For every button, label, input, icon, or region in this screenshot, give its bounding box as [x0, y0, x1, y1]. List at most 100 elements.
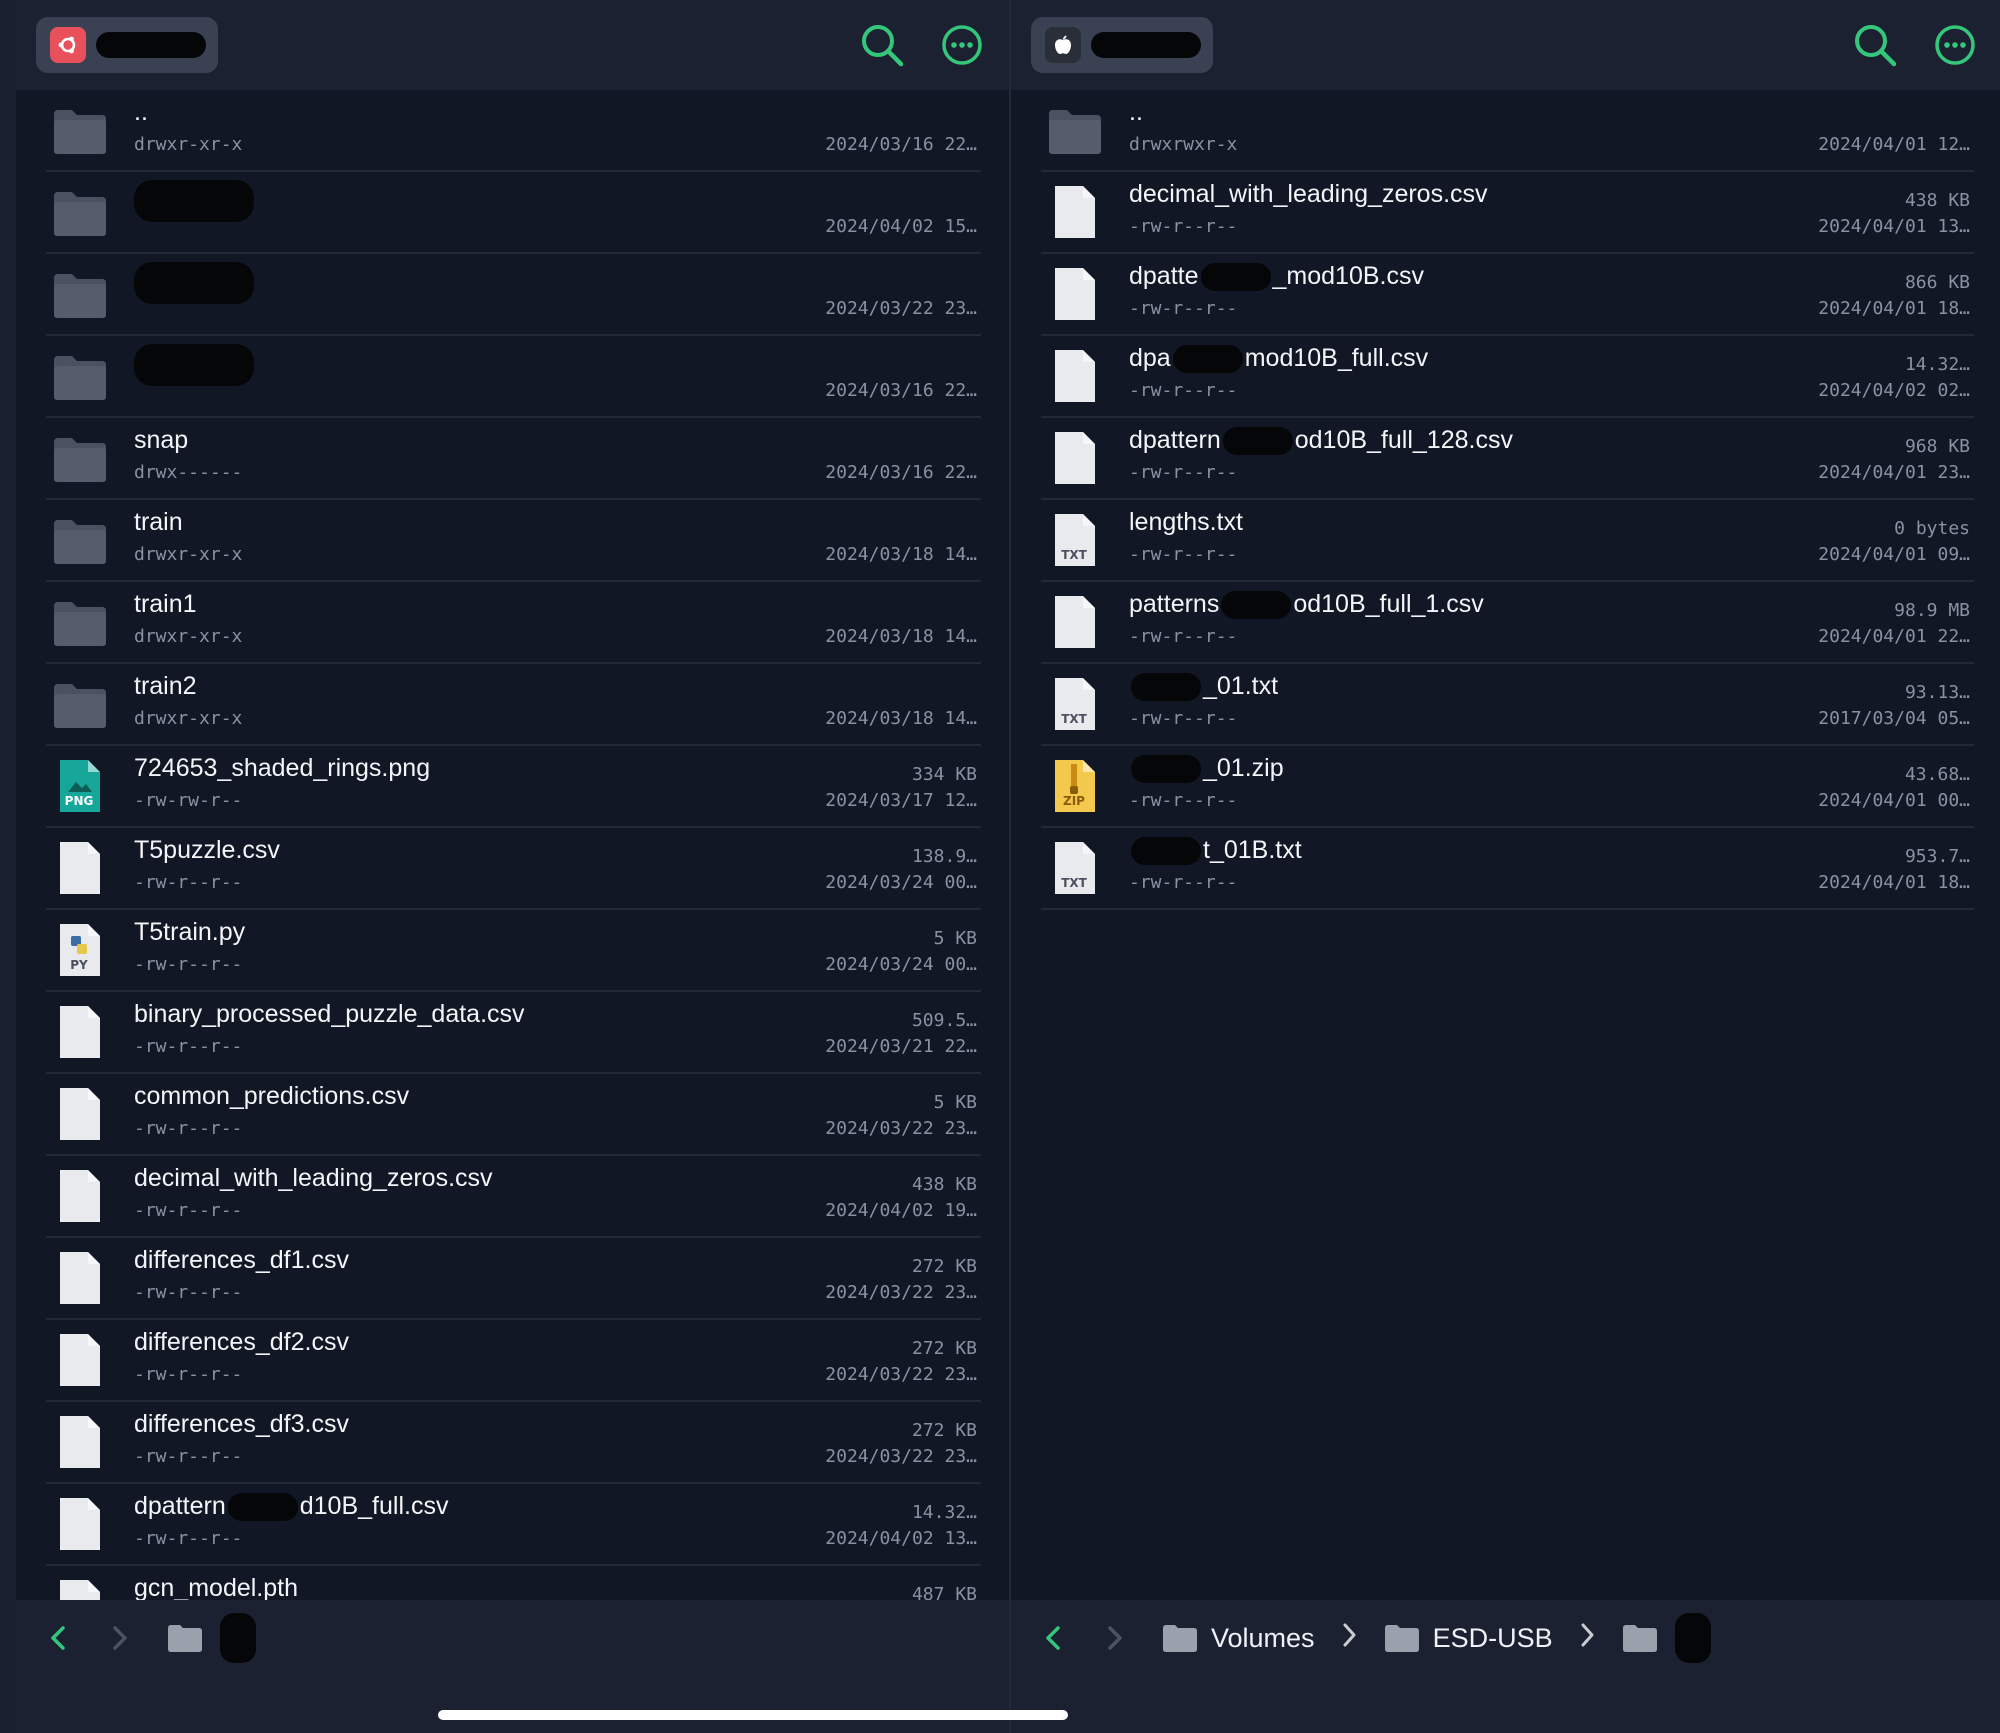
- breadcrumb-item[interactable]: ESD-USB: [1383, 1623, 1553, 1654]
- row-icon: [50, 348, 110, 404]
- row-icon: TXT: [1045, 512, 1105, 568]
- row-icon: [50, 1168, 110, 1224]
- right-host-chip[interactable]: [1031, 17, 1213, 73]
- folder-row[interactable]: train2 drwxr-xr-x 2024/03/18 14…: [46, 664, 981, 746]
- file-permissions: -rw-r--r--: [1129, 216, 1238, 237]
- file-name: train1: [134, 590, 197, 618]
- row-icon: ZIP: [1045, 758, 1105, 814]
- file-permissions: -rw-r--r--: [1129, 380, 1238, 401]
- right-back-button[interactable]: [1039, 1623, 1069, 1653]
- left-forward-button[interactable]: [104, 1623, 134, 1653]
- file-name: differences_df2.csv: [134, 1328, 349, 1356]
- redacted-name-part: [1131, 755, 1201, 784]
- folder-icon: [54, 274, 106, 318]
- file-date: 2024/03/16 22…: [825, 134, 977, 155]
- folder-row[interactable]: snap drwx------ 2024/03/16 22…: [46, 418, 981, 500]
- row-icon: [1045, 594, 1105, 650]
- folder-row[interactable]: train1 drwxr-xr-x 2024/03/18 14…: [46, 582, 981, 664]
- left-more-button[interactable]: [937, 20, 987, 70]
- file-size: 487 KB: [911, 1584, 977, 1600]
- file-date: 2024/04/02 15…: [825, 216, 977, 237]
- folder-row[interactable]: .. drwxrwxr-x 2024/04/01 12…: [1041, 90, 1974, 172]
- folder-row[interactable]: .. drwxr-xr-x 2024/03/16 22…: [46, 90, 981, 172]
- file-size: 272 KB: [911, 1256, 977, 1277]
- file-permissions: -rw-r--r--: [134, 1364, 243, 1385]
- file-name: decimal_with_leading_zeros.csv: [134, 1164, 493, 1192]
- home-indicator: [438, 1710, 1068, 1720]
- row-icon: [50, 676, 110, 732]
- file-row[interactable]: PY T5train.py -rw-r--r-- 5 KB 2024/03/24 00…: [46, 910, 981, 992]
- file-row[interactable]: PNG 724653_shaded_rings.png -rw-rw-r-- 334 …: [46, 746, 981, 828]
- left-back-button[interactable]: [44, 1623, 74, 1653]
- redacted-name-part: [1200, 263, 1271, 292]
- file-name: ..: [134, 98, 148, 126]
- file-row[interactable]: TXT _01.txt -rw-r--r-- 93.13… 2017/03/04 05…: [1041, 664, 1974, 746]
- file-permissions: -rw-r--r--: [1129, 790, 1238, 811]
- file-name-end: _01.zip: [1203, 754, 1284, 782]
- folder-icon: [54, 110, 106, 154]
- folder-row[interactable]: train drwxr-xr-x 2024/03/18 14…: [46, 500, 981, 582]
- file-row[interactable]: dpattern d10B_full.csv -rw-r--r-- 14.32… 202…: [46, 1484, 981, 1566]
- file-row[interactable]: patterns od10B_full_1.csv -rw-r--r-- 98.9 M…: [1041, 582, 1974, 664]
- svg-text:TXT: TXT: [1061, 712, 1087, 726]
- file-date: 2024/04/01 23…: [1818, 462, 1970, 483]
- file-row[interactable]: dpa mod10B_full.csv -rw-r--r-- 14.32… 2024/0…: [1041, 336, 1974, 418]
- file-row[interactable]: dpattern od10B_full_128.csv -rw-r--r-- 968 …: [1041, 418, 1974, 500]
- left-file-list[interactable]: .. drwxr-xr-x 2024/03/16 22… 2024/04/02 15…: [16, 90, 1009, 1600]
- svg-text:TXT: TXT: [1061, 548, 1087, 562]
- file-row[interactable]: decimal_with_leading_zeros.csv -rw-r--r--…: [1041, 172, 1974, 254]
- file-icon: [60, 1334, 100, 1386]
- file-icon: [60, 1580, 100, 1600]
- row-icon: [50, 512, 110, 568]
- file-name-start: dpattern: [1129, 426, 1221, 454]
- file-manager-app: .. drwxr-xr-x 2024/03/16 22… 2024/04/02 15…: [0, 0, 2000, 1733]
- file-name-end: _mod10B.csv: [1272, 262, 1424, 290]
- file-row[interactable]: TXT lengths.txt -rw-r--r-- 0 bytes 2024/04/0…: [1041, 500, 1974, 582]
- chevron-left-icon: [1046, 1626, 1060, 1650]
- row-icon: [50, 1086, 110, 1142]
- file-row[interactable]: differences_df1.csv -rw-r--r-- 272 KB 2024/…: [46, 1238, 981, 1320]
- file-name-end: t_01B.txt: [1203, 836, 1302, 864]
- file-size: 14.32…: [911, 1502, 977, 1523]
- file-date: 2024/03/22 23…: [825, 1446, 977, 1467]
- left-host-chip[interactable]: [36, 17, 218, 73]
- file-row[interactable]: binary_processed_puzzle_data.csv -rw-r--r…: [46, 992, 981, 1074]
- folder-row[interactable]: 2024/04/02 15…: [46, 172, 981, 254]
- right-file-list[interactable]: .. drwxrwxr-x 2024/04/01 12… decimal_with_…: [1011, 90, 2000, 1600]
- apple-icon: [1045, 27, 1081, 63]
- file-permissions: drwxr-xr-x: [134, 626, 243, 647]
- file-row[interactable]: gcn_model.pth-rw-r--r--487 KB2024/03/22 …: [46, 1566, 981, 1600]
- ubuntu-icon: [50, 27, 86, 63]
- folder-row[interactable]: 2024/03/22 23…: [46, 254, 981, 336]
- folder-row[interactable]: 2024/03/16 22…: [46, 336, 981, 418]
- file-name: binary_processed_puzzle_data.csv: [134, 1000, 525, 1028]
- file-row[interactable]: TXT t_01B.txt -rw-r--r-- 953.7… 2024/04/01 1…: [1041, 828, 1974, 910]
- row-icon: [50, 1004, 110, 1060]
- file-row[interactable]: common_predictions.csv -rw-r--r-- 5 KB 2024…: [46, 1074, 981, 1156]
- right-more-button[interactable]: [1930, 20, 1980, 70]
- breadcrumb-item[interactable]: Volumes: [1161, 1623, 1315, 1654]
- file-row[interactable]: differences_df2.csv -rw-r--r-- 272 KB 2024/…: [46, 1320, 981, 1402]
- folder-icon: [54, 602, 106, 646]
- left-search-button[interactable]: [857, 20, 907, 70]
- breadcrumb-current[interactable]: [166, 1613, 256, 1663]
- row-icon: [50, 102, 110, 158]
- file-row[interactable]: T5puzzle.csv -rw-r--r-- 138.9… 2024/03/24 0…: [46, 828, 981, 910]
- file-name-start: patterns: [1129, 590, 1220, 618]
- file-date: 2024/04/01 18…: [1818, 298, 1970, 319]
- file-name: dpattern d10B_full.csv: [134, 1492, 448, 1522]
- right-forward-button[interactable]: [1099, 1623, 1129, 1653]
- file-row[interactable]: decimal_with_leading_zeros.csv -rw-r--r--…: [46, 1156, 981, 1238]
- file-row[interactable]: differences_df3.csv -rw-r--r-- 272 KB 2024/…: [46, 1402, 981, 1484]
- breadcrumb-current[interactable]: [1621, 1613, 1711, 1663]
- file-permissions: -rw-rw-r--: [134, 790, 243, 811]
- file-row[interactable]: ZIP _01.zip -rw-r--r-- 43.68… 2024/04/01 00…: [1041, 746, 1974, 828]
- right-pane-header: [1011, 0, 2000, 90]
- file-name: T5puzzle.csv: [134, 836, 280, 864]
- svg-text:TXT: TXT: [1061, 876, 1087, 890]
- file-icon: [1055, 268, 1095, 320]
- left-breadcrumb: [166, 1610, 270, 1666]
- file-row[interactable]: dpatte _mod10B.csv -rw-r--r-- 866 KB 2024/04…: [1041, 254, 1974, 336]
- file-date: 2024/03/17 12…: [825, 790, 977, 811]
- right-search-button[interactable]: [1850, 20, 1900, 70]
